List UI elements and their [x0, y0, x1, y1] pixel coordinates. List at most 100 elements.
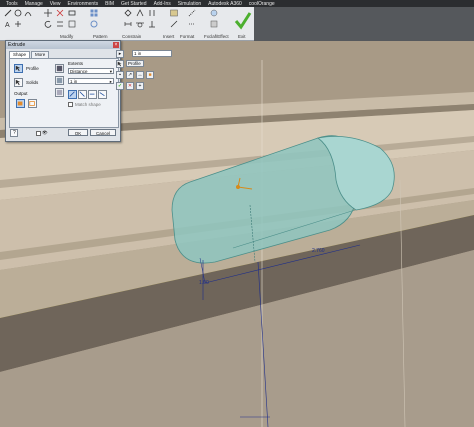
trim-icon[interactable]	[56, 9, 64, 17]
output-surface-button[interactable]	[28, 99, 37, 108]
ribbon-tools: A	[4, 9, 250, 33]
ribbon: A Modify Pattern Constrain Insert Format…	[0, 7, 474, 41]
distance-input[interactable]: 1 in ▸	[68, 78, 114, 84]
intersect-icon	[56, 89, 63, 96]
scale-icon[interactable]	[68, 20, 76, 28]
menu-autodesk-a360[interactable]: Autodesk A360	[208, 1, 242, 7]
menu-manage[interactable]: Manage	[25, 1, 43, 7]
circle-icon[interactable]	[14, 9, 22, 17]
output-label: Output	[14, 91, 28, 96]
format-icon[interactable]	[188, 9, 196, 17]
menu-bim[interactable]: BIM	[105, 1, 114, 7]
asymmetric-icon	[99, 92, 105, 96]
points-icon[interactable]	[170, 20, 178, 28]
mini-output-button[interactable]: ■	[146, 71, 154, 79]
direction-1-button[interactable]	[68, 90, 77, 99]
solids-select-button[interactable]	[14, 78, 23, 87]
menu-coolorange[interactable]: coolOrange	[249, 1, 275, 7]
ok-button[interactable]: OK	[68, 129, 88, 136]
svg-text:A: A	[5, 22, 10, 28]
image-icon[interactable]	[170, 9, 178, 17]
move-icon[interactable]	[44, 9, 52, 17]
symmetric-button[interactable]	[88, 90, 97, 99]
effect-icon[interactable]	[210, 9, 218, 17]
menu-get-started[interactable]: Get Started	[121, 1, 147, 7]
extents-type-select[interactable]: Distance ▾	[68, 68, 114, 74]
cancel-button[interactable]: Cancel	[90, 129, 116, 136]
solids-label: Solids	[26, 80, 39, 85]
cursor-arrow-icon	[15, 65, 21, 72]
coincident-icon[interactable]	[136, 9, 144, 17]
match-shape-checkbox[interactable]	[68, 102, 73, 107]
mini-symmetric-button[interactable]: ↔	[136, 71, 144, 79]
construction-icon[interactable]	[188, 20, 196, 28]
extend-icon[interactable]	[68, 9, 76, 17]
tab-more[interactable]: More	[31, 51, 50, 58]
asymmetric-button[interactable]	[98, 90, 107, 99]
output-solid-button[interactable]	[16, 99, 25, 108]
menu-bar: Tools Manage View Environments BIM Get S…	[0, 0, 474, 7]
join-icon	[56, 65, 63, 72]
mini-toolbar: ▸ 1 in Profile ▪ ↗ ↔ ■ ✓ ✕ +	[116, 50, 174, 94]
intersect-button[interactable]	[55, 88, 64, 97]
menu-view[interactable]: View	[50, 1, 61, 7]
constraint-icon[interactable]	[124, 9, 132, 17]
extents-type-value: Distance	[70, 69, 88, 74]
mini-direction-button[interactable]: ↗	[126, 71, 134, 79]
cut-button[interactable]	[55, 76, 64, 85]
rotate-icon[interactable]	[44, 20, 52, 28]
parallel-icon[interactable]	[148, 9, 156, 17]
menu-environments[interactable]: Environments	[68, 1, 99, 7]
dimension-height-value[interactable]: 1.00	[199, 280, 209, 286]
arc-icon[interactable]	[24, 9, 32, 17]
preview-checkbox[interactable]	[36, 131, 41, 136]
perpendicular-icon[interactable]	[148, 20, 156, 28]
mini-profile-button[interactable]	[116, 60, 124, 68]
menu-add-ins[interactable]: Add-Ins	[154, 1, 171, 7]
tangent-icon[interactable]	[136, 20, 144, 28]
mini-cancel-x-icon[interactable]: ✕	[126, 82, 134, 90]
show-format-icon[interactable]	[210, 20, 218, 28]
mini-join-button[interactable]: ▪	[116, 71, 124, 79]
preview-icon: 👁	[42, 130, 48, 135]
point-icon[interactable]	[14, 20, 22, 28]
dialog-title: Extrude ×	[6, 41, 120, 49]
panel-label-insert: Insert	[163, 34, 175, 39]
tab-shape[interactable]: Shape	[9, 51, 31, 58]
green-checkmark-icon[interactable]	[234, 10, 252, 30]
dimension-length-value[interactable]: 2.760	[312, 248, 325, 254]
mini-profile-label: Profile	[128, 61, 141, 66]
mini-ok-checkmark-icon[interactable]: ✓	[116, 82, 124, 90]
match-shape-label: Match shape	[75, 102, 101, 107]
mini-distance-value: 1 in	[134, 51, 142, 56]
line-icon[interactable]	[4, 9, 12, 17]
panel-label-fxclaf-effect: Fxclaf/Effect	[204, 34, 229, 39]
ribbon-empty-area	[254, 7, 474, 41]
dialog-title-text: Extrude	[8, 42, 26, 48]
cursor-arrow-icon	[15, 79, 21, 86]
menu-tools[interactable]: Tools	[6, 1, 18, 7]
panel-label-constrain: Constrain	[122, 34, 142, 39]
dialog-tabs: Shape More	[9, 51, 50, 58]
dimension-icon[interactable]	[124, 20, 132, 28]
close-icon[interactable]: ×	[113, 42, 119, 48]
mini-distance-input[interactable]: 1 in	[132, 50, 172, 57]
extents-label: Extents	[68, 61, 84, 66]
join-button[interactable]	[55, 64, 64, 73]
help-icon[interactable]: ?	[10, 129, 18, 137]
direction-2-button[interactable]	[78, 90, 87, 99]
offset-icon[interactable]	[56, 20, 64, 28]
mini-menu-button[interactable]: ▸	[116, 50, 124, 58]
text-icon[interactable]: A	[4, 20, 12, 29]
profile-select-button[interactable]	[14, 64, 23, 73]
panel-label-format: Format	[180, 34, 195, 39]
direction-2-icon	[79, 91, 85, 97]
distance-value: 1 in	[70, 79, 78, 84]
mini-options-button[interactable]: +	[136, 82, 144, 90]
panel-label-modify: Modify	[60, 34, 74, 39]
chevron-right-icon: ▸	[109, 79, 112, 84]
circular-pattern-icon[interactable]	[90, 20, 98, 28]
rect-pattern-icon[interactable]	[90, 9, 98, 17]
mini-profile-field[interactable]: Profile	[126, 60, 144, 67]
menu-simulation[interactable]: Simulation	[178, 1, 201, 7]
